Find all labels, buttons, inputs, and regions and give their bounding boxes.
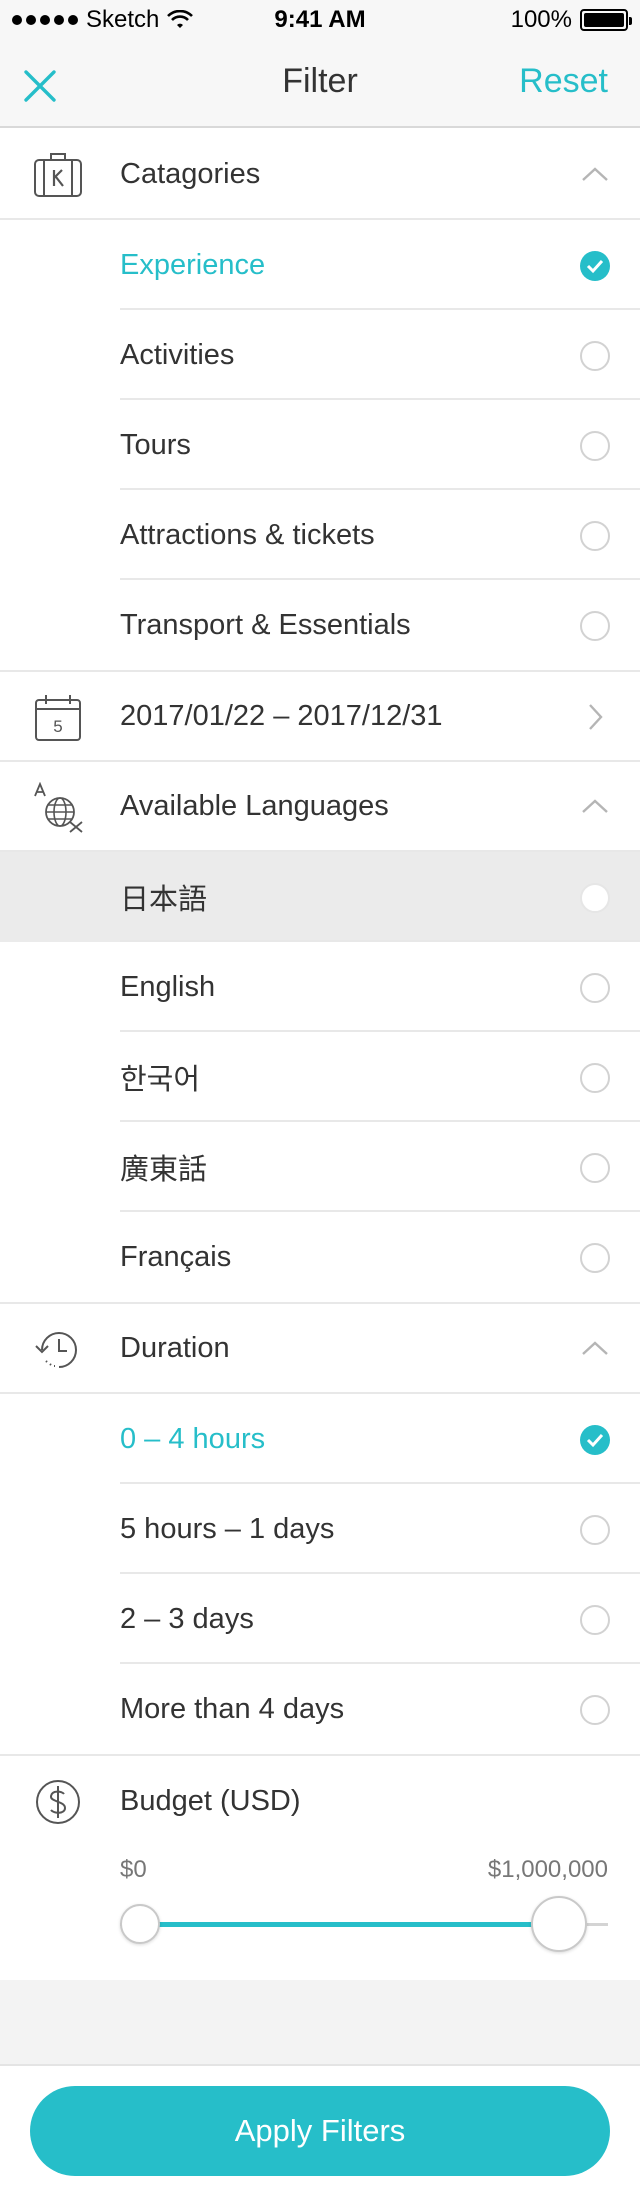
language-label: 한국어 xyxy=(120,1064,201,1096)
duration-option-5-hours-1-day[interactable]: 5 hours – 1 days xyxy=(0,1484,640,1574)
duration-list: 0 – 4 hours 5 hours – 1 days 2 – 3 days … xyxy=(0,1394,640,1754)
duration-option-0-4-hours[interactable]: 0 – 4 hours xyxy=(0,1394,640,1484)
budget-title: Budget (USD) xyxy=(120,1784,301,1817)
duration-label: 0 – 4 hours xyxy=(120,1422,266,1455)
category-option-activities[interactable]: Activities xyxy=(0,310,640,400)
budget-header: Budget (USD) xyxy=(0,1756,640,1846)
calendar-icon: 5 xyxy=(35,695,81,741)
category-option-tours[interactable]: Tours xyxy=(0,400,640,490)
slider-min-handle[interactable] xyxy=(120,1904,160,1944)
category-option-experience[interactable]: Experience xyxy=(0,220,640,310)
category-label: Experience xyxy=(120,248,266,281)
reset-button[interactable]: Reset xyxy=(519,62,608,101)
nav-bar: Filter Reset xyxy=(0,40,640,128)
luggage-k-icon xyxy=(34,153,82,197)
language-option-english[interactable]: English xyxy=(0,942,640,1032)
languages-title: Available Languages xyxy=(120,789,389,822)
categories-title: Catagories xyxy=(120,157,261,190)
language-label: English xyxy=(120,970,216,1003)
footer-spacer xyxy=(0,1980,640,2064)
language-option-korean[interactable]: 한국어 xyxy=(0,1032,640,1122)
budget-slider[interactable] xyxy=(120,1894,608,1954)
category-option-attractions[interactable]: Attractions & tickets xyxy=(0,490,640,580)
duration-label: 5 hours – 1 days xyxy=(120,1512,335,1545)
language-option-japanese[interactable]: 日本語 xyxy=(0,852,640,942)
radio-icon xyxy=(580,341,610,371)
languages-header[interactable]: Available Languages xyxy=(0,762,640,852)
category-option-transport[interactable]: Transport & Essentials xyxy=(0,580,640,670)
radio-icon xyxy=(580,1695,610,1725)
filter-list: Catagories Experience Activities Tours A… xyxy=(0,130,640,1984)
language-label: 廣東話 xyxy=(120,1154,208,1186)
checkmark-icon xyxy=(580,1425,610,1455)
duration-title: Duration xyxy=(120,1331,230,1364)
language-label: Français xyxy=(120,1240,232,1273)
battery-percent: 100% xyxy=(510,6,572,33)
categories-list: Experience Activities Tours Attractions … xyxy=(0,220,640,670)
language-option-cantonese[interactable]: 廣東話 xyxy=(0,1122,640,1212)
radio-icon xyxy=(580,431,610,461)
battery-icon xyxy=(580,9,632,31)
category-label: Tours xyxy=(120,428,191,461)
category-label: Transport & Essentials xyxy=(120,608,411,641)
radio-icon xyxy=(580,883,610,913)
chevron-up-icon[interactable] xyxy=(580,160,610,190)
budget-max-label: $1,000,000 xyxy=(487,1856,608,1883)
budget-range-labels: $0 $1,000,000 xyxy=(120,1856,608,1884)
radio-icon xyxy=(580,1515,610,1545)
translate-globe-icon xyxy=(34,782,83,833)
status-bar: Sketch 9:41 AM 100% xyxy=(0,0,640,40)
budget-section: Budget (USD) $0 $1,000,000 xyxy=(0,1756,640,1984)
duration-option-more-than-4-days[interactable]: More than 4 days xyxy=(0,1664,640,1754)
category-label: Activities xyxy=(120,338,235,371)
budget-min-label: $0 xyxy=(120,1856,147,1883)
date-range-row[interactable]: 5 2017/01/22 – 2017/12/31 xyxy=(0,672,640,762)
radio-icon xyxy=(580,1153,610,1183)
chevron-up-icon[interactable] xyxy=(580,1334,610,1364)
radio-icon xyxy=(580,1063,610,1093)
close-icon[interactable] xyxy=(18,64,62,108)
radio-icon xyxy=(580,973,610,1003)
radio-icon xyxy=(580,611,610,641)
status-right: 100% xyxy=(510,6,632,34)
categories-header[interactable]: Catagories xyxy=(0,130,640,220)
duration-label: More than 4 days xyxy=(120,1692,345,1725)
language-label: 日本語 xyxy=(120,884,208,916)
apply-filters-button[interactable]: Apply Filters xyxy=(30,2086,610,2176)
language-option-french[interactable]: Français xyxy=(0,1212,640,1302)
duration-label: 2 – 3 days xyxy=(120,1602,254,1635)
chevron-right-icon xyxy=(589,704,603,730)
slider-max-handle[interactable] xyxy=(531,1896,588,1952)
history-clock-icon xyxy=(35,1332,77,1368)
calendar-day: 5 xyxy=(53,717,62,736)
languages-list: 日本語 English 한국어 廣東話 Français xyxy=(0,852,640,1302)
date-range-label: 2017/01/22 – 2017/12/31 xyxy=(120,699,443,732)
radio-icon xyxy=(580,521,610,551)
category-label: Attractions & tickets xyxy=(120,518,375,551)
footer-bar: Apply Filters xyxy=(0,2064,640,2194)
chevron-up-icon[interactable] xyxy=(580,792,610,822)
radio-icon xyxy=(580,1605,610,1635)
radio-icon xyxy=(580,1243,610,1273)
dollar-circle-icon xyxy=(36,1780,80,1824)
checkmark-icon xyxy=(580,251,610,281)
duration-header[interactable]: Duration xyxy=(0,1304,640,1394)
duration-option-2-3-days[interactable]: 2 – 3 days xyxy=(0,1574,640,1664)
slider-track-fill xyxy=(140,1922,560,1927)
